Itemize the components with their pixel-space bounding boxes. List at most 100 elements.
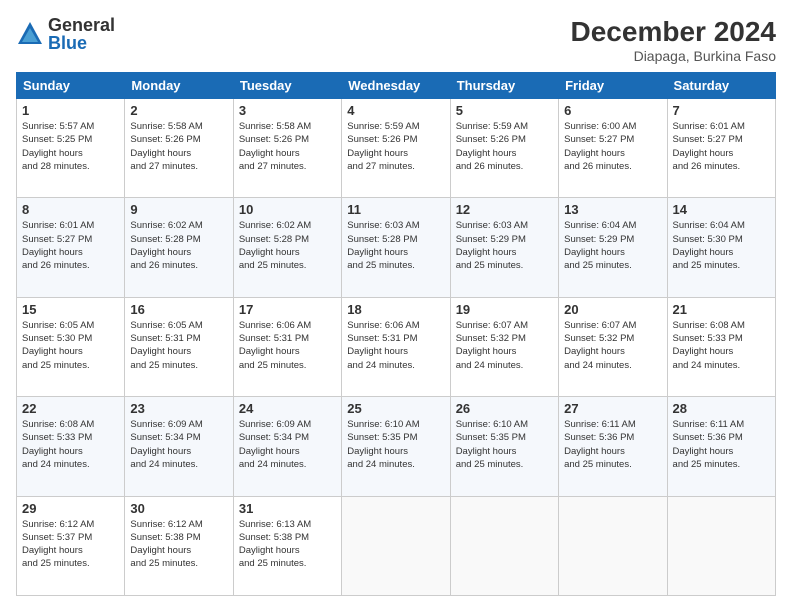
day-info: Sunrise: 6:10 AM Sunset: 5:35 PM Dayligh… bbox=[456, 418, 553, 471]
day-number: 28 bbox=[673, 401, 770, 416]
table-cell: 17 Sunrise: 6:06 AM Sunset: 5:31 PM Dayl… bbox=[233, 297, 341, 396]
day-number: 12 bbox=[456, 202, 553, 217]
table-cell: 12 Sunrise: 6:03 AM Sunset: 5:29 PM Dayl… bbox=[450, 198, 558, 297]
day-number: 25 bbox=[347, 401, 444, 416]
table-cell bbox=[667, 496, 775, 595]
day-info: Sunrise: 6:00 AM Sunset: 5:27 PM Dayligh… bbox=[564, 120, 661, 173]
day-info: Sunrise: 6:10 AM Sunset: 5:35 PM Dayligh… bbox=[347, 418, 444, 471]
table-cell: 1 Sunrise: 5:57 AM Sunset: 5:25 PM Dayli… bbox=[17, 99, 125, 198]
day-number: 20 bbox=[564, 302, 661, 317]
day-number: 2 bbox=[130, 103, 227, 118]
day-info: Sunrise: 6:03 AM Sunset: 5:29 PM Dayligh… bbox=[456, 219, 553, 272]
day-info: Sunrise: 6:11 AM Sunset: 5:36 PM Dayligh… bbox=[564, 418, 661, 471]
day-info: Sunrise: 6:11 AM Sunset: 5:36 PM Dayligh… bbox=[673, 418, 770, 471]
logo-blue: Blue bbox=[48, 34, 115, 52]
day-info: Sunrise: 6:01 AM Sunset: 5:27 PM Dayligh… bbox=[673, 120, 770, 173]
day-number: 17 bbox=[239, 302, 336, 317]
day-info: Sunrise: 6:02 AM Sunset: 5:28 PM Dayligh… bbox=[130, 219, 227, 272]
day-number: 16 bbox=[130, 302, 227, 317]
day-number: 14 bbox=[673, 202, 770, 217]
table-cell: 3 Sunrise: 5:58 AM Sunset: 5:26 PM Dayli… bbox=[233, 99, 341, 198]
day-info: Sunrise: 6:12 AM Sunset: 5:37 PM Dayligh… bbox=[22, 518, 119, 571]
day-number: 1 bbox=[22, 103, 119, 118]
col-monday: Monday bbox=[125, 73, 233, 99]
day-info: Sunrise: 5:58 AM Sunset: 5:26 PM Dayligh… bbox=[239, 120, 336, 173]
day-info: Sunrise: 6:04 AM Sunset: 5:29 PM Dayligh… bbox=[564, 219, 661, 272]
day-info: Sunrise: 6:08 AM Sunset: 5:33 PM Dayligh… bbox=[673, 319, 770, 372]
day-info: Sunrise: 5:59 AM Sunset: 5:26 PM Dayligh… bbox=[456, 120, 553, 173]
col-sunday: Sunday bbox=[17, 73, 125, 99]
calendar-week-row: 8 Sunrise: 6:01 AM Sunset: 5:27 PM Dayli… bbox=[17, 198, 776, 297]
day-number: 13 bbox=[564, 202, 661, 217]
table-cell bbox=[342, 496, 450, 595]
location: Diapaga, Burkina Faso bbox=[571, 48, 776, 64]
table-cell: 8 Sunrise: 6:01 AM Sunset: 5:27 PM Dayli… bbox=[17, 198, 125, 297]
table-cell: 29 Sunrise: 6:12 AM Sunset: 5:37 PM Dayl… bbox=[17, 496, 125, 595]
day-number: 26 bbox=[456, 401, 553, 416]
day-number: 24 bbox=[239, 401, 336, 416]
day-info: Sunrise: 5:58 AM Sunset: 5:26 PM Dayligh… bbox=[130, 120, 227, 173]
month-title: December 2024 bbox=[571, 16, 776, 48]
table-cell: 10 Sunrise: 6:02 AM Sunset: 5:28 PM Dayl… bbox=[233, 198, 341, 297]
col-saturday: Saturday bbox=[667, 73, 775, 99]
table-cell: 24 Sunrise: 6:09 AM Sunset: 5:34 PM Dayl… bbox=[233, 397, 341, 496]
day-number: 6 bbox=[564, 103, 661, 118]
table-cell: 25 Sunrise: 6:10 AM Sunset: 5:35 PM Dayl… bbox=[342, 397, 450, 496]
day-info: Sunrise: 6:07 AM Sunset: 5:32 PM Dayligh… bbox=[456, 319, 553, 372]
day-info: Sunrise: 6:09 AM Sunset: 5:34 PM Dayligh… bbox=[130, 418, 227, 471]
calendar-week-row: 29 Sunrise: 6:12 AM Sunset: 5:37 PM Dayl… bbox=[17, 496, 776, 595]
col-wednesday: Wednesday bbox=[342, 73, 450, 99]
day-info: Sunrise: 6:06 AM Sunset: 5:31 PM Dayligh… bbox=[347, 319, 444, 372]
day-number: 7 bbox=[673, 103, 770, 118]
table-cell: 16 Sunrise: 6:05 AM Sunset: 5:31 PM Dayl… bbox=[125, 297, 233, 396]
day-number: 15 bbox=[22, 302, 119, 317]
calendar-table: Sunday Monday Tuesday Wednesday Thursday… bbox=[16, 72, 776, 596]
calendar-week-row: 22 Sunrise: 6:08 AM Sunset: 5:33 PM Dayl… bbox=[17, 397, 776, 496]
day-number: 11 bbox=[347, 202, 444, 217]
day-number: 4 bbox=[347, 103, 444, 118]
header: General Blue December 2024 Diapaga, Burk… bbox=[16, 16, 776, 64]
table-cell: 15 Sunrise: 6:05 AM Sunset: 5:30 PM Dayl… bbox=[17, 297, 125, 396]
table-cell: 7 Sunrise: 6:01 AM Sunset: 5:27 PM Dayli… bbox=[667, 99, 775, 198]
day-number: 22 bbox=[22, 401, 119, 416]
day-number: 10 bbox=[239, 202, 336, 217]
day-number: 5 bbox=[456, 103, 553, 118]
col-friday: Friday bbox=[559, 73, 667, 99]
table-cell bbox=[559, 496, 667, 595]
table-cell: 31 Sunrise: 6:13 AM Sunset: 5:38 PM Dayl… bbox=[233, 496, 341, 595]
logo: General Blue bbox=[16, 16, 115, 52]
day-info: Sunrise: 6:04 AM Sunset: 5:30 PM Dayligh… bbox=[673, 219, 770, 272]
day-info: Sunrise: 6:07 AM Sunset: 5:32 PM Dayligh… bbox=[564, 319, 661, 372]
table-cell: 28 Sunrise: 6:11 AM Sunset: 5:36 PM Dayl… bbox=[667, 397, 775, 496]
logo-text: General Blue bbox=[48, 16, 115, 52]
table-cell: 18 Sunrise: 6:06 AM Sunset: 5:31 PM Dayl… bbox=[342, 297, 450, 396]
day-number: 27 bbox=[564, 401, 661, 416]
table-cell: 20 Sunrise: 6:07 AM Sunset: 5:32 PM Dayl… bbox=[559, 297, 667, 396]
table-cell: 22 Sunrise: 6:08 AM Sunset: 5:33 PM Dayl… bbox=[17, 397, 125, 496]
day-number: 21 bbox=[673, 302, 770, 317]
day-number: 31 bbox=[239, 501, 336, 516]
day-number: 3 bbox=[239, 103, 336, 118]
table-cell: 21 Sunrise: 6:08 AM Sunset: 5:33 PM Dayl… bbox=[667, 297, 775, 396]
title-block: December 2024 Diapaga, Burkina Faso bbox=[571, 16, 776, 64]
day-info: Sunrise: 6:01 AM Sunset: 5:27 PM Dayligh… bbox=[22, 219, 119, 272]
day-info: Sunrise: 6:09 AM Sunset: 5:34 PM Dayligh… bbox=[239, 418, 336, 471]
day-info: Sunrise: 5:59 AM Sunset: 5:26 PM Dayligh… bbox=[347, 120, 444, 173]
day-info: Sunrise: 6:05 AM Sunset: 5:31 PM Dayligh… bbox=[130, 319, 227, 372]
logo-general: General bbox=[48, 16, 115, 34]
day-number: 30 bbox=[130, 501, 227, 516]
table-cell: 14 Sunrise: 6:04 AM Sunset: 5:30 PM Dayl… bbox=[667, 198, 775, 297]
table-cell: 9 Sunrise: 6:02 AM Sunset: 5:28 PM Dayli… bbox=[125, 198, 233, 297]
table-cell: 23 Sunrise: 6:09 AM Sunset: 5:34 PM Dayl… bbox=[125, 397, 233, 496]
day-info: Sunrise: 6:08 AM Sunset: 5:33 PM Dayligh… bbox=[22, 418, 119, 471]
table-cell: 27 Sunrise: 6:11 AM Sunset: 5:36 PM Dayl… bbox=[559, 397, 667, 496]
table-cell: 13 Sunrise: 6:04 AM Sunset: 5:29 PM Dayl… bbox=[559, 198, 667, 297]
table-cell: 19 Sunrise: 6:07 AM Sunset: 5:32 PM Dayl… bbox=[450, 297, 558, 396]
calendar-header-row: Sunday Monday Tuesday Wednesday Thursday… bbox=[17, 73, 776, 99]
day-info: Sunrise: 6:13 AM Sunset: 5:38 PM Dayligh… bbox=[239, 518, 336, 571]
table-cell: 26 Sunrise: 6:10 AM Sunset: 5:35 PM Dayl… bbox=[450, 397, 558, 496]
day-number: 23 bbox=[130, 401, 227, 416]
table-cell: 2 Sunrise: 5:58 AM Sunset: 5:26 PM Dayli… bbox=[125, 99, 233, 198]
day-number: 9 bbox=[130, 202, 227, 217]
page: General Blue December 2024 Diapaga, Burk… bbox=[0, 0, 792, 612]
